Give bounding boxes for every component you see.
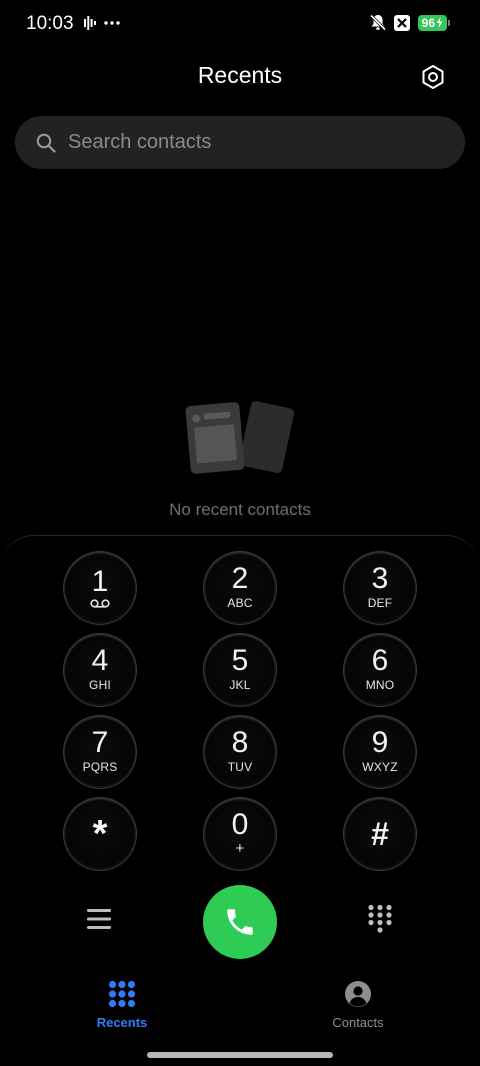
empty-state-message: No recent contacts <box>169 500 311 519</box>
key-letters: WXYZ <box>362 760 398 774</box>
key-digit: 6 <box>371 644 389 677</box>
dialpad-grid-icon <box>107 979 137 1009</box>
dial-key-hash[interactable]: # <box>344 798 416 870</box>
call-button[interactable] <box>203 885 277 959</box>
key-digit: 0 <box>231 808 249 841</box>
key-letters: JKL <box>229 678 251 692</box>
x-app-icon <box>393 14 410 31</box>
key-digit: 7 <box>91 726 109 759</box>
status-bar: 10:03 96 <box>0 0 480 48</box>
voice-waveform-icon <box>84 16 96 30</box>
key-digit: 8 <box>231 726 249 759</box>
key-digit: * <box>92 813 108 855</box>
bottom-nav: Recents Contacts <box>0 975 480 1035</box>
dial-key-4[interactable]: 4 GHI <box>64 634 136 706</box>
tab-recents-label: Recents <box>96 1015 148 1030</box>
key-letters: ABC <box>227 596 253 610</box>
more-dots-icon <box>104 21 120 25</box>
dial-key-8[interactable]: 8 TUV <box>204 716 276 788</box>
settings-icon[interactable] <box>420 64 446 90</box>
key-letters: + <box>235 840 245 857</box>
menu-icon[interactable] <box>86 906 112 932</box>
search-icon <box>36 133 56 153</box>
silent-bell-icon <box>369 14 386 31</box>
dial-key-6[interactable]: 6 MNO <box>344 634 416 706</box>
key-letters: MNO <box>365 678 395 692</box>
key-digit: 3 <box>371 562 389 595</box>
home-indicator[interactable] <box>147 1052 333 1058</box>
battery-level: 96 <box>421 15 435 30</box>
tab-recents[interactable]: Recents <box>52 975 192 1033</box>
dial-key-0[interactable]: 0 + <box>204 798 276 870</box>
tab-contacts[interactable]: Contacts <box>288 975 428 1033</box>
key-digit: # <box>371 816 389 852</box>
key-digit: 4 <box>91 644 109 677</box>
dial-key-9[interactable]: 9 WXYZ <box>344 716 416 788</box>
empty-contacts-illustration <box>185 401 295 474</box>
battery-charging-icon: 96 <box>417 14 450 31</box>
tab-contacts-label: Contacts <box>332 1015 384 1030</box>
person-circle-icon <box>343 979 373 1009</box>
status-time: 10:03 <box>26 13 74 34</box>
dial-key-1[interactable]: 1 <box>64 552 136 624</box>
key-letters: DEF <box>367 596 393 610</box>
dial-key-7[interactable]: 7 PQRS <box>64 716 136 788</box>
key-digit: 5 <box>231 644 249 677</box>
key-letters: GHI <box>89 678 111 692</box>
key-digit: 2 <box>231 562 249 595</box>
phone-icon <box>227 909 253 935</box>
dial-key-3[interactable]: 3 DEF <box>344 552 416 624</box>
key-letters: TUV <box>227 760 253 774</box>
voicemail-icon <box>90 598 110 608</box>
key-letters: PQRS <box>82 760 118 774</box>
key-digit: 1 <box>91 564 109 598</box>
search-input[interactable] <box>68 116 448 169</box>
dial-key-star[interactable]: * <box>64 798 136 870</box>
dialpad-toggle-icon[interactable] <box>367 904 393 934</box>
dial-key-2[interactable]: 2 ABC <box>204 552 276 624</box>
dial-key-5[interactable]: 5 JKL <box>204 634 276 706</box>
page-title: Recents <box>197 62 283 88</box>
key-digit: 9 <box>371 726 389 759</box>
